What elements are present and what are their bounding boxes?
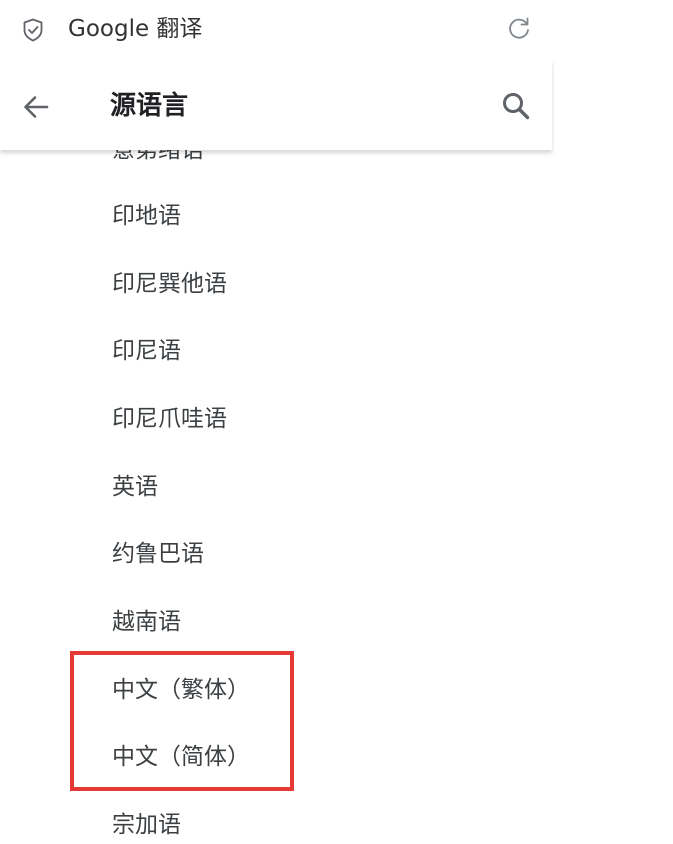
language-item[interactable]: 印尼爪哇语 [0,385,552,453]
language-list: 意第绪语 印地语 印尼巽他语 印尼语 印尼爪哇语 英语 约鲁巴语 越南语 中文（… [0,150,552,844]
language-item-chinese-simplified[interactable]: 中文（简体） [0,723,552,791]
language-label: 印地语 [112,203,181,229]
language-item[interactable]: 约鲁巴语 [0,520,552,588]
language-item[interactable]: 英语 [0,453,552,521]
language-label: 宗加语 [112,812,181,838]
top-bar: Google 翻译 [0,0,552,60]
language-label: 中文（繁体） [112,677,250,703]
language-label: 印尼爪哇语 [112,406,227,432]
language-label: 英语 [112,474,158,500]
language-item[interactable]: 越南语 [0,588,552,656]
language-item[interactable]: 宗加语 [0,791,552,844]
page-title: 源语言 [110,91,189,121]
refresh-icon[interactable] [505,15,533,43]
language-item[interactable]: 印尼巽他语 [0,250,552,318]
language-label: 约鲁巴语 [112,541,204,567]
arrow-left-icon[interactable] [20,91,52,123]
language-label: 意第绪语 [112,150,204,163]
language-item[interactable]: 意第绪语 [0,150,552,184]
search-icon[interactable] [498,88,534,124]
shield-check-icon [23,18,43,42]
language-item[interactable]: 印地语 [0,182,552,250]
app-title: Google 翻译 [68,16,203,42]
app-frame: Google 翻译 源语言 意第绪语 印地语 印尼巽他语 印尼语 印尼爪哇语 英… [0,0,552,844]
language-item-chinese-traditional[interactable]: 中文（繁体） [0,656,552,724]
language-label: 越南语 [112,609,181,635]
language-label: 印尼语 [112,338,181,364]
header-bar: 源语言 [0,60,552,150]
language-label: 中文（简体） [112,744,250,770]
language-label: 印尼巽他语 [112,271,227,297]
language-item[interactable]: 印尼语 [0,317,552,385]
